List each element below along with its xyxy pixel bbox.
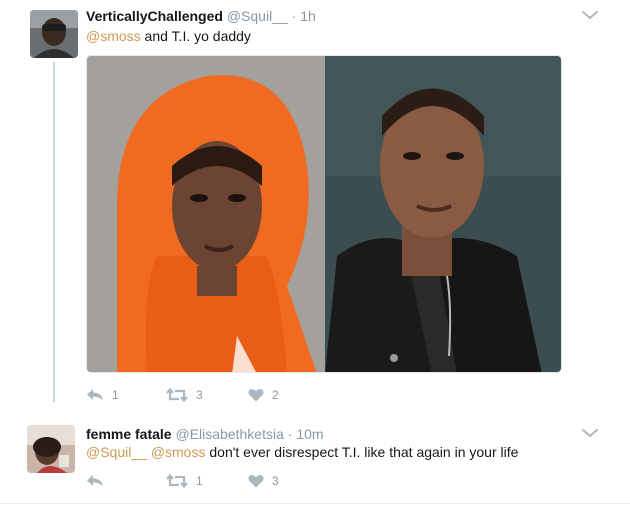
tweet-media[interactable]: [86, 55, 562, 373]
reply-button[interactable]: 1: [86, 385, 119, 405]
tweet-text-body: don't ever disrespect T.I. like that aga…: [205, 444, 519, 460]
username[interactable]: @Squil__: [227, 8, 288, 24]
chevron-down-icon[interactable]: [580, 426, 600, 440]
like-count: 3: [272, 474, 279, 488]
reply-icon: [87, 389, 103, 401]
tweet-text: @smoss and T.I. yo daddy: [86, 28, 251, 44]
display-name[interactable]: VerticallyChallenged: [86, 8, 223, 24]
retweet-count: 1: [196, 474, 203, 488]
reply-button[interactable]: [86, 471, 112, 491]
tweet-1[interactable]: VerticallyChallenged @Squil__ · 1h @smos…: [0, 0, 630, 410]
heart-icon: [248, 475, 264, 488]
timestamp[interactable]: · 10m: [288, 426, 324, 442]
username[interactable]: @Elisabethketsia: [175, 426, 283, 442]
display-name[interactable]: femme fatale: [86, 426, 172, 442]
reply-count: 1: [112, 388, 119, 402]
retweet-button[interactable]: 3: [166, 385, 203, 405]
media-photo-left[interactable]: [87, 56, 325, 373]
tweet-actions: 1 3 2: [86, 385, 386, 405]
tweet-2[interactable]: femme fatale @Elisabethketsia · 10m @Squ…: [0, 410, 630, 506]
heart-icon: [248, 389, 264, 402]
retweet-button[interactable]: 1: [166, 471, 203, 491]
mention-link[interactable]: @smoss: [86, 28, 141, 44]
like-button[interactable]: 2: [248, 385, 279, 405]
retweet-icon: [166, 474, 188, 488]
mention-link[interactable]: @smoss: [151, 444, 206, 460]
like-count: 2: [272, 388, 279, 402]
tweet-text: @Squil__ @smoss don't ever disrespect T.…: [86, 444, 518, 460]
like-button[interactable]: 3: [248, 471, 279, 491]
avatar[interactable]: [30, 10, 78, 58]
mention-link[interactable]: @Squil__: [86, 444, 147, 460]
thread-line: [53, 62, 55, 402]
retweet-icon: [166, 388, 188, 402]
tweet-actions: 1 3: [86, 471, 386, 491]
retweet-count: 3: [196, 388, 203, 402]
avatar[interactable]: [27, 425, 75, 473]
timestamp[interactable]: · 1h: [292, 8, 316, 24]
media-photo-right[interactable]: [325, 56, 562, 373]
divider: [0, 503, 630, 504]
reply-icon: [87, 475, 103, 487]
tweet-text-body: and T.I. yo daddy: [140, 28, 251, 44]
chevron-down-icon[interactable]: [580, 8, 600, 22]
